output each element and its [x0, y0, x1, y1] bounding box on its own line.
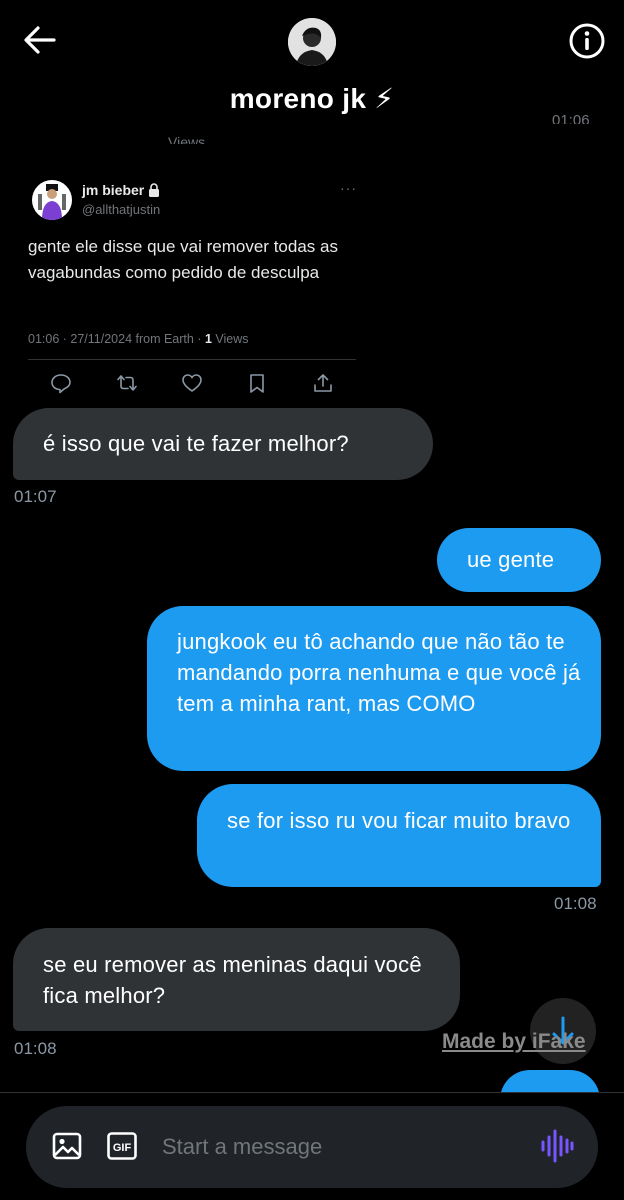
gif-label: GIF — [113, 1142, 132, 1154]
tweet-author-name-text: jm bieber — [82, 182, 145, 198]
reply-button[interactable] — [50, 372, 72, 394]
tweet-more-button[interactable]: ··· — [340, 180, 357, 196]
share-icon — [314, 374, 332, 392]
like-button[interactable] — [181, 372, 203, 394]
share-button[interactable] — [312, 372, 334, 394]
message-timestamp: 01:08 — [554, 894, 597, 913]
add-gif-button[interactable]: GIF — [107, 1132, 137, 1160]
message-bubble-incoming[interactable]: se eu remover as meninas daqui você fica… — [13, 928, 460, 1031]
avatar-photo — [288, 18, 336, 66]
info-icon — [569, 23, 605, 59]
message-bubble-incoming[interactable]: é isso que vai te fazer melhor? — [13, 408, 433, 480]
reply-icon — [51, 374, 71, 394]
message-bubble-outgoing[interactable]: se for isso ru vou ficar muito bravo — [197, 784, 601, 887]
add-image-button[interactable] — [52, 1131, 82, 1161]
tweet-text: gente ele disse que vai remover todas as… — [28, 237, 338, 282]
chat-title[interactable]: moreno jk ⚡ — [0, 82, 624, 115]
watermark: Made by iFake — [442, 1030, 586, 1053]
gif-icon: GIF — [107, 1132, 137, 1160]
tweet-divider — [28, 359, 356, 360]
info-button[interactable] — [568, 22, 606, 60]
tweet-meta: 01:06 · 27/11/2024 from Earth · 1 Views — [28, 332, 249, 346]
clipped-views-text: Views — [168, 134, 206, 144]
bookmark-icon — [250, 374, 264, 393]
retweet-icon — [117, 375, 137, 391]
lock-icon — [149, 183, 160, 197]
arrow-left-icon — [24, 26, 56, 54]
bookmark-button[interactable] — [246, 372, 268, 394]
message-bubble-outgoing[interactable]: ue gente — [437, 528, 601, 592]
retweet-button[interactable] — [116, 372, 138, 394]
waveform-icon — [541, 1129, 574, 1163]
tweet-views-label: Views — [211, 332, 249, 346]
tweet-author-avatar[interactable] — [32, 180, 72, 220]
message-input[interactable] — [162, 1128, 522, 1166]
tweet-author-name[interactable]: jm bieber — [82, 182, 160, 198]
image-icon — [52, 1132, 82, 1160]
message-timestamp: 01:08 — [14, 1039, 57, 1058]
avatar[interactable] — [288, 18, 336, 66]
clipped-timestamp: 01:06 — [552, 112, 590, 124]
heart-icon — [182, 374, 202, 392]
message-bubble-outgoing[interactable]: jungkook eu tô achando que não tão te ma… — [147, 606, 601, 771]
message-timestamp: 01:07 — [14, 487, 57, 506]
back-button[interactable] — [22, 24, 58, 56]
tweet-meta-prefix: 01:06 · 27/11/2024 from Earth · — [28, 332, 205, 346]
voice-message-button[interactable] — [540, 1128, 574, 1164]
tweet-views-count: 1 — [204, 332, 212, 346]
tweet-author-handle: @allthatjustin — [82, 202, 161, 217]
tweet-avatar-photo — [32, 180, 72, 220]
